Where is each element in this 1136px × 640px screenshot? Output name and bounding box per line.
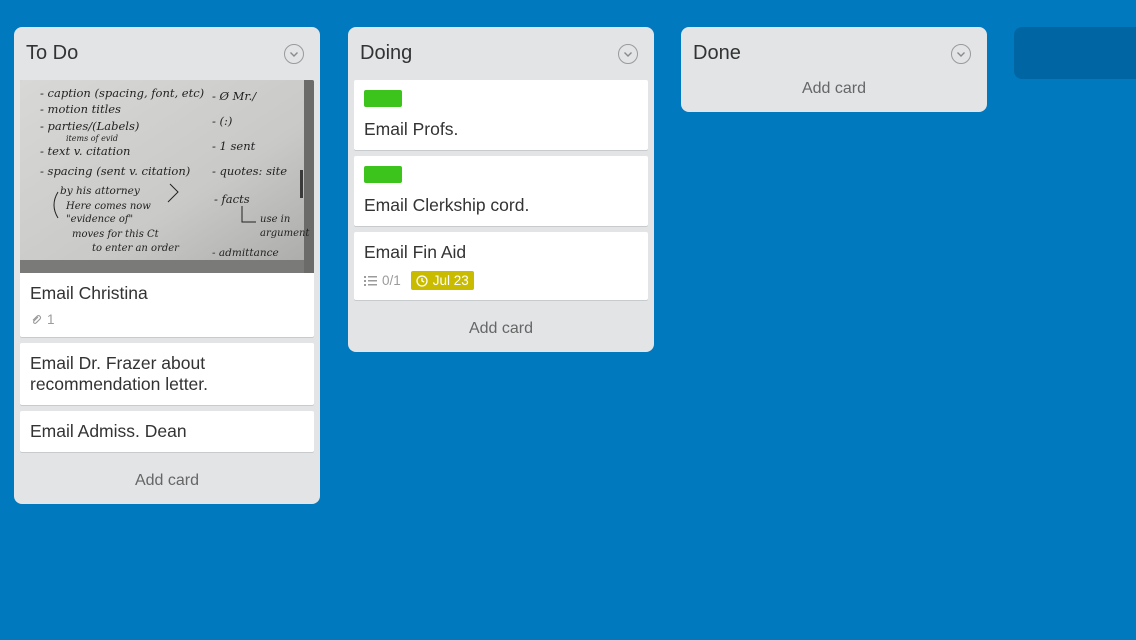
whiteboard-line: moves for this Ct — [72, 229, 160, 240]
list-done: Done Add card — [681, 27, 987, 112]
list-menu-button[interactable] — [284, 43, 304, 64]
card-label-green — [364, 90, 402, 107]
whiteboard-line: "evidence of" — [66, 214, 133, 225]
card-title: Email Christina — [30, 283, 148, 303]
card-email-clerkship[interactable]: Email Clerkship cord. — [354, 156, 648, 226]
chevron-down-icon — [290, 51, 298, 57]
whiteboard-line: - spacing (sent v. citation) — [40, 164, 190, 178]
checklist-badge: 0/1 — [364, 273, 401, 288]
whiteboard-line: - 1 sent — [212, 139, 256, 153]
card-email-dr-frazer[interactable]: Email Dr. Frazer about recommendation le… — [20, 343, 314, 405]
list-title[interactable]: Doing — [360, 42, 412, 65]
list-header: Doing — [354, 27, 648, 80]
card-email-fin-aid[interactable]: Email Fin Aid 0/1 Jul 23 — [354, 232, 648, 300]
whiteboard-line: argument — [260, 228, 310, 239]
chevron-down-icon — [957, 51, 965, 57]
card-badges: 1 — [30, 312, 304, 327]
add-list-button[interactable] — [1014, 27, 1136, 79]
list-menu-button[interactable] — [618, 43, 638, 64]
whiteboard-line: Here comes now — [65, 201, 151, 212]
whiteboard-line: by his attorney — [60, 185, 141, 197]
card-title: Email Admiss. Dean — [30, 421, 187, 441]
add-card-button[interactable]: Add card — [354, 306, 648, 342]
add-card-button[interactable]: Add card — [687, 80, 981, 102]
add-card-button[interactable]: Add card — [20, 458, 314, 494]
list-to-do: To Do - caption (spacing, font, etc) - m… — [14, 27, 320, 504]
card-cover-image: - caption (spacing, font, etc) - motion … — [20, 80, 314, 273]
list-title[interactable]: To Do — [26, 42, 78, 65]
card-title: Email Dr. Frazer about recommendation le… — [30, 353, 209, 394]
chevron-down-icon — [624, 51, 632, 57]
checklist-count: 0/1 — [382, 273, 401, 288]
card-title: Email Profs. — [364, 119, 459, 139]
card-label-green — [364, 166, 402, 183]
whiteboard-line: - (:) — [212, 114, 232, 128]
list-doing: Doing Email Profs. Email Clerkship cord.… — [348, 27, 654, 352]
whiteboard-line: items of evid — [66, 134, 118, 143]
attachment-badge: 1 — [30, 312, 55, 327]
whiteboard-line: - caption (spacing, font, etc) — [40, 86, 204, 100]
whiteboard-line: use in — [260, 214, 290, 225]
whiteboard-line: - facts — [214, 192, 250, 206]
card-email-christina[interactable]: - caption (spacing, font, etc) - motion … — [20, 80, 314, 337]
clock-icon — [416, 274, 428, 287]
attachment-count: 1 — [47, 312, 55, 327]
due-date: Jul 23 — [432, 273, 469, 288]
card-email-admiss-dean[interactable]: Email Admiss. Dean — [20, 411, 314, 452]
whiteboard-line: - motion titles — [40, 102, 121, 116]
whiteboard-line: - admittance — [212, 247, 279, 259]
card-title: Email Fin Aid — [364, 242, 467, 262]
whiteboard-line: - parties/(Labels) — [40, 119, 139, 133]
whiteboard-photo: - caption (spacing, font, etc) - motion … — [20, 80, 314, 273]
whiteboard-line: to enter an order — [92, 243, 180, 254]
paperclip-icon — [32, 314, 42, 324]
whiteboard-line: - text v. citation — [40, 144, 130, 158]
list-title[interactable]: Done — [693, 42, 741, 65]
list-header: To Do — [20, 27, 314, 80]
card-email-profs[interactable]: Email Profs. — [354, 80, 648, 150]
card-badges: 0/1 Jul 23 — [364, 271, 638, 290]
whiteboard-line: - quotes: site — [212, 164, 287, 178]
list-header: Done — [687, 27, 981, 80]
checklist-icon — [364, 276, 377, 286]
whiteboard-line: - Ø Mr./ — [212, 89, 257, 103]
card-title: Email Clerkship cord. — [364, 195, 530, 215]
list-menu-button[interactable] — [951, 43, 971, 64]
due-date-badge: Jul 23 — [410, 271, 474, 290]
